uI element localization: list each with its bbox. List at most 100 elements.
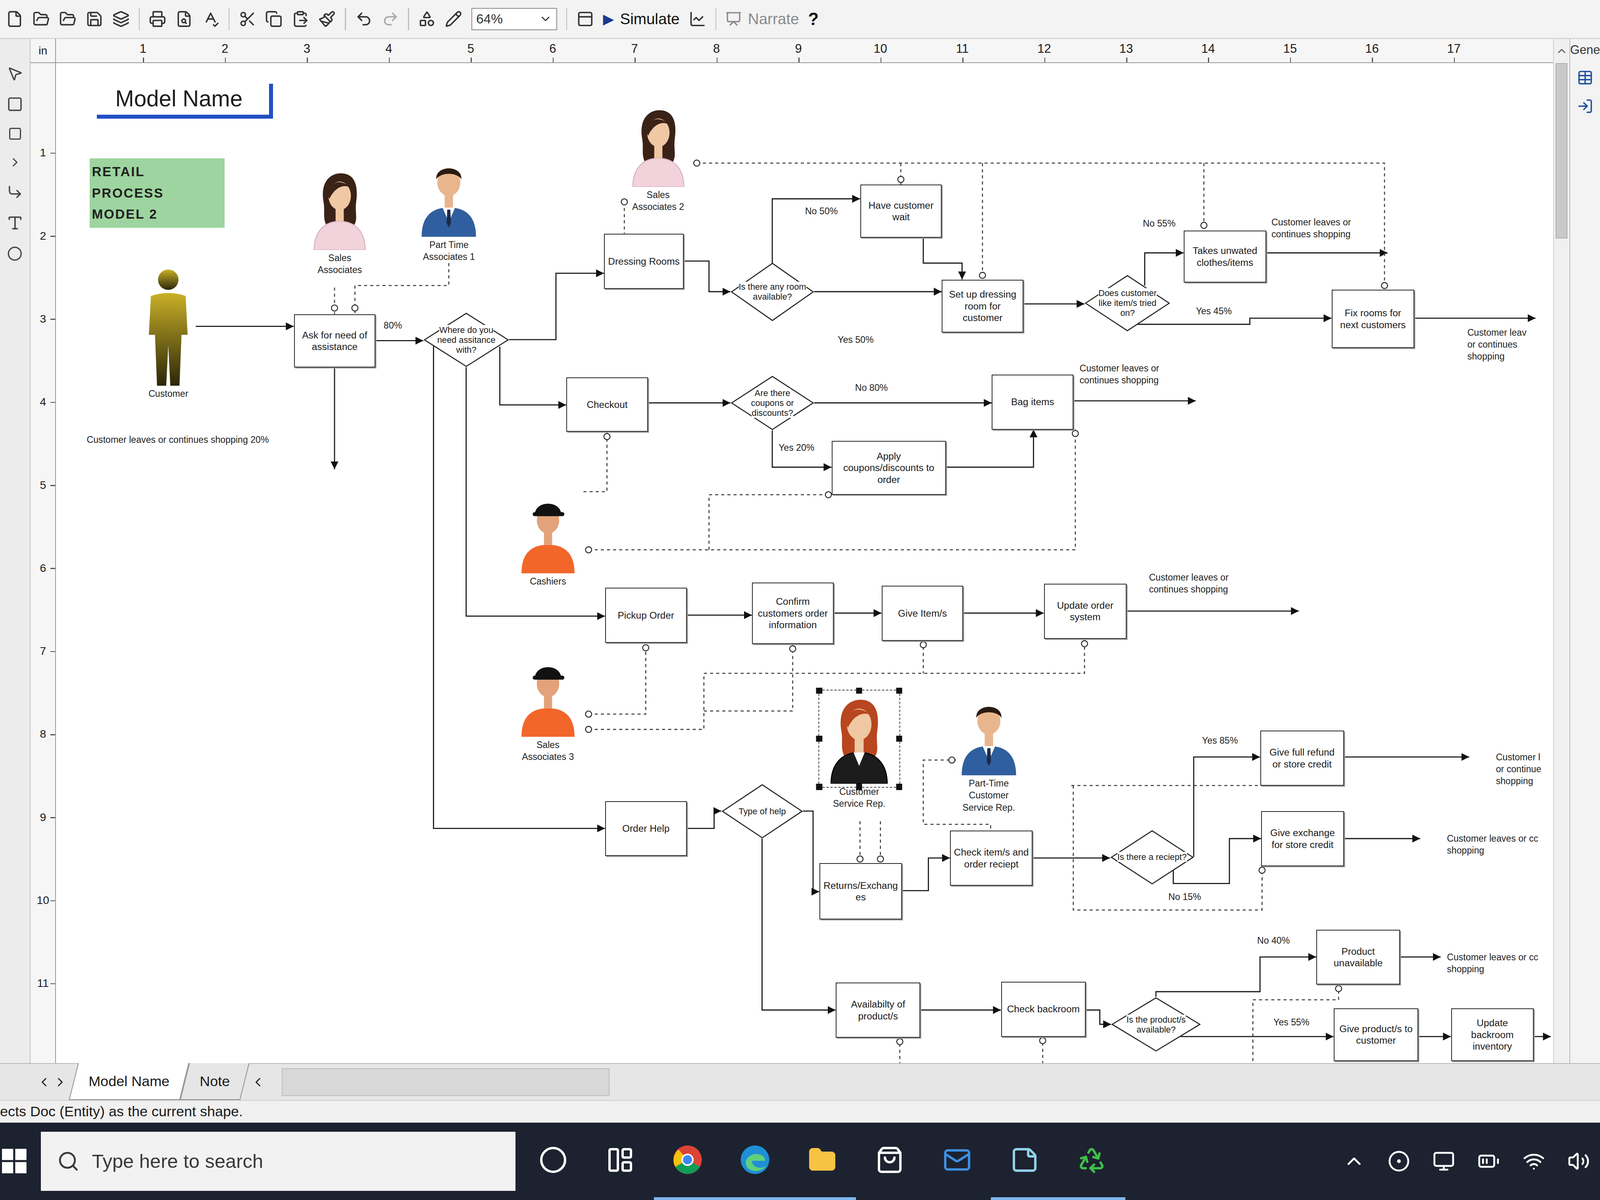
- flow-connector[interactable]: [920, 1009, 1001, 1011]
- open-model-icon[interactable]: [59, 10, 77, 28]
- activity-box[interactable]: Fix rooms for next customers: [1331, 289, 1415, 349]
- layout-icon[interactable]: [576, 10, 595, 28]
- activity-box[interactable]: Ask for need of assistance: [294, 314, 376, 368]
- flow-connector[interactable]: [803, 811, 820, 892]
- taskbar-search[interactable]: Type here to search: [40, 1131, 516, 1191]
- decision-node[interactable]: Does customer like item/s tried on?: [1084, 274, 1171, 332]
- activity-tool-icon[interactable]: [6, 96, 24, 113]
- activity-box[interactable]: Update backroom inventory: [1451, 1008, 1534, 1062]
- flow-connector[interactable]: [334, 367, 336, 470]
- diagram-canvas[interactable]: Model NameRETAILPROCESSMODEL 2Ask for ne…: [55, 63, 1553, 1064]
- flow-connector[interactable]: [1344, 838, 1421, 840]
- new-icon[interactable]: [5, 10, 24, 28]
- activity-box[interactable]: Check item/s and order reciept: [950, 830, 1033, 886]
- open-icon[interactable]: [32, 10, 50, 28]
- text-tool-icon[interactable]: [6, 214, 24, 232]
- pointer-icon[interactable]: [6, 65, 24, 82]
- flow-connector[interactable]: [901, 858, 950, 891]
- taskbar-app[interactable]: [721, 1122, 789, 1200]
- import-icon[interactable]: [1576, 98, 1594, 115]
- activity-box[interactable]: Availabilty of product/s: [835, 982, 921, 1038]
- resource-connector[interactable]: [588, 429, 1076, 550]
- resource-node[interactable]: Cashiers: [514, 491, 582, 588]
- text-note[interactable]: Yes 85%: [1201, 734, 1238, 747]
- text-note[interactable]: No 80%: [855, 381, 888, 394]
- activity-box[interactable]: Give full refund or store credit: [1260, 730, 1345, 786]
- taskbar-app[interactable]: [923, 1122, 991, 1200]
- resource-connector[interactable]: [982, 163, 984, 280]
- scroll-up-icon[interactable]: [1555, 44, 1568, 58]
- activity-box[interactable]: Apply coupons/discounts to order: [831, 440, 947, 495]
- text-note[interactable]: Customer lor continueshopping: [1496, 751, 1542, 787]
- taskbar-app[interactable]: [1057, 1122, 1126, 1200]
- flow-connector[interactable]: [1073, 400, 1197, 402]
- horizontal-scrollbar[interactable]: [281, 1068, 610, 1097]
- flow-connector[interactable]: [509, 273, 604, 340]
- resize-handle[interactable]: [816, 735, 823, 742]
- rectangle-icon[interactable]: [7, 126, 23, 141]
- spell-check-icon[interactable]: [201, 10, 220, 28]
- activity-box[interactable]: Give exchange for store credit: [1261, 811, 1344, 867]
- cut-icon[interactable]: [238, 10, 257, 28]
- resource-connector[interactable]: [1073, 785, 1263, 911]
- flow-connector[interactable]: [1344, 756, 1470, 758]
- text-note[interactable]: Customer leaves orcontinues shopping: [1148, 571, 1229, 596]
- vertical-scrollbar[interactable]: [1553, 38, 1570, 1064]
- resource-connector[interactable]: [703, 644, 793, 712]
- flow-connector[interactable]: [1418, 1036, 1451, 1038]
- table-icon[interactable]: [1576, 69, 1594, 86]
- resource-connector[interactable]: [709, 494, 829, 550]
- resize-handle[interactable]: [816, 783, 823, 790]
- resource-connector[interactable]: [1071, 785, 1261, 787]
- print-preview-icon[interactable]: [175, 10, 193, 28]
- flow-connector[interactable]: [1400, 956, 1441, 958]
- taskbar-app[interactable]: [653, 1122, 722, 1200]
- wifi-icon[interactable]: [1522, 1150, 1546, 1173]
- activity-box[interactable]: Have customer wait: [860, 184, 943, 238]
- text-note[interactable]: Customer leaves or continues shopping 20…: [86, 433, 270, 446]
- activity-box[interactable]: Bag items: [991, 374, 1074, 430]
- zoom-select[interactable]: 64%: [471, 7, 558, 31]
- decision-node[interactable]: Is there a reciept?: [1110, 829, 1195, 885]
- flow-connector[interactable]: [772, 430, 832, 468]
- resource-node[interactable]: Customer: [142, 267, 195, 400]
- activity-box[interactable]: Order Help: [605, 801, 687, 857]
- resize-handle[interactable]: [896, 783, 902, 790]
- scroll-left-icon[interactable]: [250, 1075, 266, 1090]
- text-note[interactable]: Customer leaves orcontinues shopping: [1079, 362, 1160, 387]
- connector-icon[interactable]: [6, 183, 24, 200]
- flow-connector[interactable]: [648, 402, 731, 404]
- resource-node[interactable]: SalesAssociates 2: [627, 105, 689, 213]
- record-icon[interactable]: [1387, 1150, 1411, 1173]
- flow-connector[interactable]: [1266, 252, 1388, 254]
- save-icon[interactable]: [85, 10, 104, 28]
- activity-box[interactable]: Product unavailable: [1316, 929, 1400, 985]
- decision-node[interactable]: Are there coupons or discounts?: [730, 375, 815, 431]
- text-note[interactable]: Yes 50%: [837, 333, 874, 346]
- windows-icon[interactable]: [1, 1148, 27, 1174]
- resource-connector[interactable]: [696, 163, 1385, 290]
- resource-node[interactable]: SalesAssociates 3: [514, 655, 582, 763]
- model-label[interactable]: RETAILPROCESSMODEL 2: [89, 158, 225, 229]
- activity-box[interactable]: Confirm customers order information: [751, 582, 834, 644]
- flow-connector[interactable]: [1126, 610, 1300, 612]
- resource-connector[interactable]: [588, 642, 647, 715]
- sheet-tab[interactable]: Note: [179, 1063, 250, 1100]
- print-icon[interactable]: [148, 10, 167, 28]
- resource-connector[interactable]: [1203, 163, 1205, 231]
- flow-connector[interactable]: [814, 402, 992, 404]
- decision-node[interactable]: Is the product/s available?: [1111, 996, 1201, 1052]
- expand-icon[interactable]: [7, 155, 23, 170]
- flow-connector[interactable]: [1032, 857, 1110, 859]
- resource-connector[interactable]: [588, 638, 1085, 730]
- resource-node[interactable]: SalesAssociates: [309, 168, 371, 276]
- text-note[interactable]: Yes 45%: [1196, 305, 1232, 318]
- pencil-icon[interactable]: [444, 10, 463, 28]
- flow-connector[interactable]: [1180, 1036, 1334, 1038]
- side-panel-title[interactable]: Gene: [1570, 42, 1600, 58]
- flow-connector[interactable]: [1533, 1036, 1552, 1038]
- flow-connector[interactable]: [946, 429, 1034, 468]
- resource-node[interactable]: Part TimeAssociates 1: [417, 153, 481, 263]
- resource-node[interactable]: Part-TimeCustomerService Rep.: [957, 691, 1021, 814]
- flow-connector[interactable]: [833, 612, 882, 614]
